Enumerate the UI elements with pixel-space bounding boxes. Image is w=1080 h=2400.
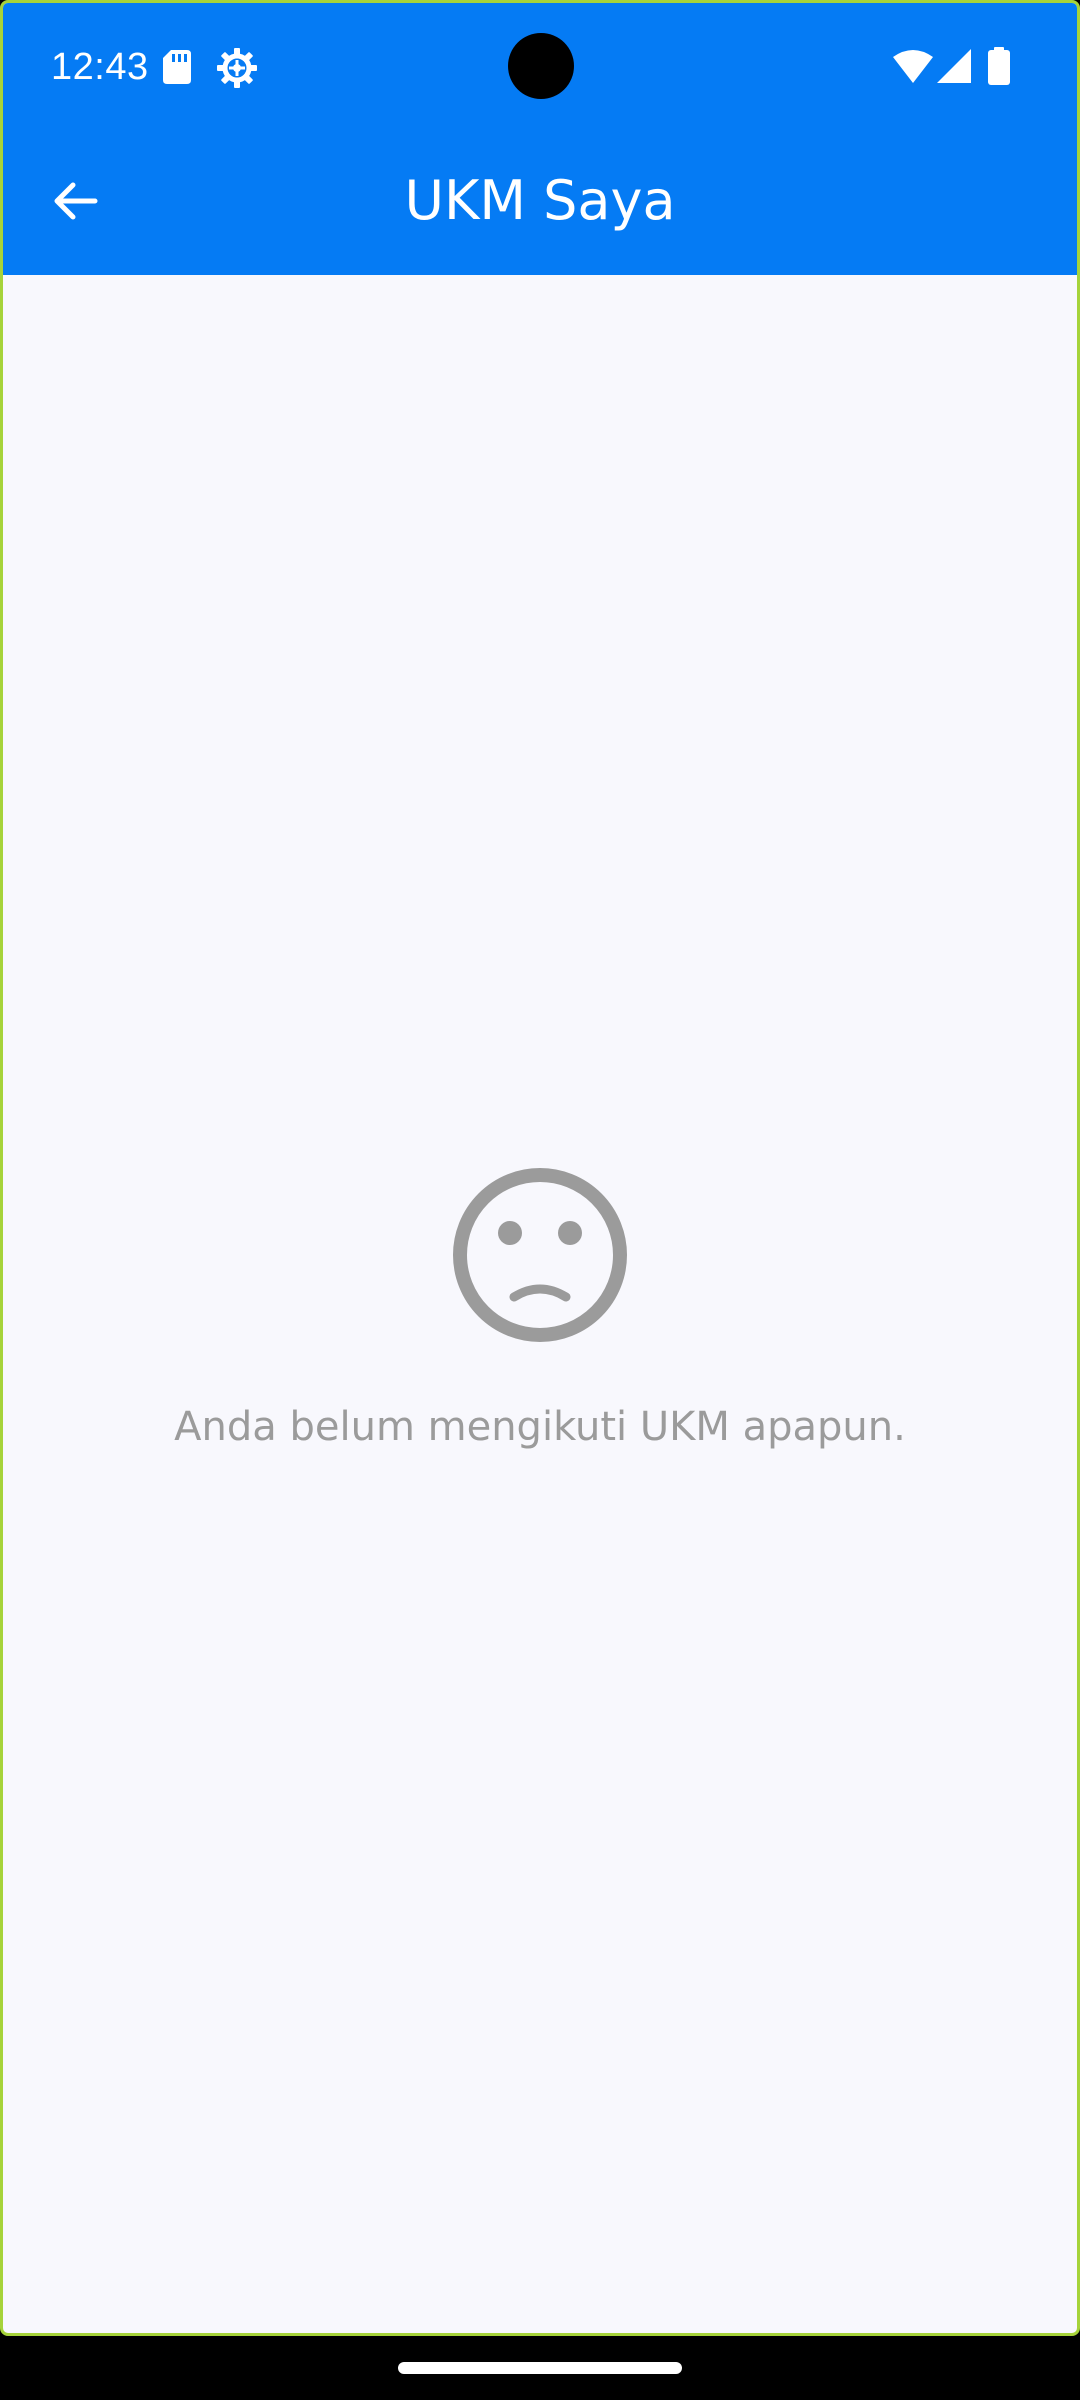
system-navigation-bar (0, 2336, 1080, 2400)
empty-state: Anda belum mengikuti UKM apapun. (3, 1167, 1077, 1453)
battery-icon (988, 47, 1010, 85)
app-screen: 12:43 UKM Saya Anda belum mengikuti UKM … (0, 0, 1080, 2336)
empty-state-message: Anda belum mengikuti UKM apapun. (174, 1404, 906, 1450)
toolbar: UKM Saya (3, 127, 1077, 275)
status-bar: 12:43 (3, 3, 1077, 127)
app-bar: 12:43 UKM Saya (3, 3, 1077, 275)
settings-gear-icon (217, 48, 257, 88)
page-title: UKM Saya (404, 169, 676, 232)
sad-face-icon (453, 1168, 627, 1342)
status-time: 12:43 (51, 46, 149, 88)
sd-card-icon (163, 50, 191, 84)
front-camera (508, 33, 574, 99)
cellular-signal-icon (937, 49, 971, 83)
home-gesture-handle[interactable] (398, 2362, 682, 2374)
wifi-icon (893, 50, 933, 83)
